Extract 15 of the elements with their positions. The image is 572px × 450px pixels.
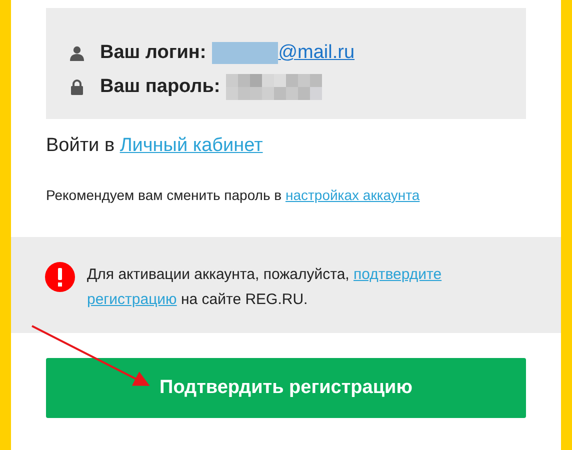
redacted-login xyxy=(212,42,278,64)
account-settings-link[interactable]: настройках аккаунта xyxy=(285,187,420,203)
confirm-registration-button[interactable]: Подтвердить регистрацию xyxy=(46,358,526,418)
credential-label: Ваш логин: xyxy=(100,42,206,64)
alert-message: Для активации аккаунта, пожалуйста, подтвердите регистрацию на сайте REG.RU. xyxy=(87,265,443,310)
login-prompt: Войти в xyxy=(46,135,115,156)
email-link[interactable]: @mail.ru xyxy=(278,42,355,64)
account-link[interactable]: Личный кабинет xyxy=(120,135,263,156)
confirm-link[interactable]: подтвердите xyxy=(354,266,442,283)
user-icon xyxy=(70,45,84,61)
lock-icon xyxy=(70,79,84,95)
recommendation-text: Рекомендуем вам сменить пароль в xyxy=(46,187,282,203)
confirm-link[interactable]: регистрацию xyxy=(87,291,177,308)
credential-label: Ваш пароль: xyxy=(100,76,220,98)
warning-icon xyxy=(45,262,75,292)
